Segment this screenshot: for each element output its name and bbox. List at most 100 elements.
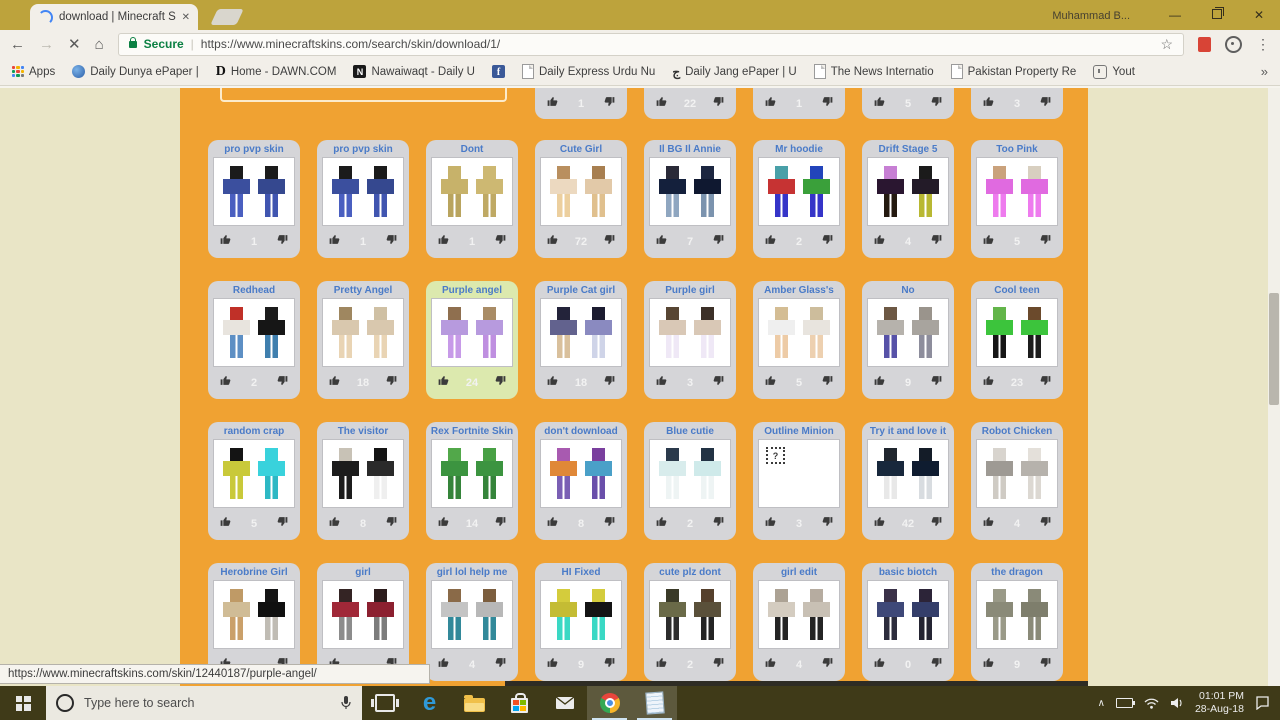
forward-button[interactable]: → [39, 37, 54, 52]
dislike-button[interactable] [712, 656, 725, 674]
dislike-button[interactable] [712, 374, 725, 392]
skin-card[interactable]: Mr hoodie 2 [753, 140, 845, 258]
skin-card[interactable]: Cute Girl 72 [535, 140, 627, 258]
partial-skin-card[interactable]: 1 [753, 88, 845, 119]
skin-card[interactable]: girl lol help me 4 [426, 563, 518, 681]
skin-card[interactable]: Try it and love it 42 [862, 422, 954, 540]
like-button[interactable] [655, 515, 668, 533]
skin-card[interactable]: Blue cutie 2 [644, 422, 736, 540]
skin-card[interactable]: No 9 [862, 281, 954, 399]
battery-icon[interactable] [1115, 698, 1135, 708]
dislike-button[interactable] [1039, 656, 1052, 674]
start-button[interactable] [0, 686, 46, 720]
speaker-icon[interactable] [1170, 697, 1184, 709]
skin-card[interactable]: Dont 1 [426, 140, 518, 258]
minimize-button[interactable]: — [1154, 8, 1196, 22]
dislike-button[interactable] [930, 515, 943, 533]
browser-tab[interactable]: download | Minecraft Ski ✕ [30, 4, 198, 30]
skin-card[interactable]: Redhead 2 [208, 281, 300, 399]
bookmark-item[interactable]: f [491, 65, 505, 78]
bookmarks-overflow-icon[interactable]: » [1261, 64, 1268, 79]
like-button[interactable] [219, 374, 232, 392]
like-button[interactable] [219, 233, 232, 251]
skin-card[interactable]: random crap 5 [208, 422, 300, 540]
dislike-button[interactable] [603, 374, 616, 392]
like-button[interactable] [546, 233, 559, 251]
like-button[interactable] [982, 95, 995, 113]
microphone-icon[interactable] [340, 695, 352, 711]
notepad-button[interactable] [632, 686, 677, 720]
like-button[interactable] [437, 374, 450, 392]
scrollbar[interactable] [1268, 88, 1280, 686]
like-button[interactable] [437, 233, 450, 251]
like-button[interactable] [764, 374, 777, 392]
bookmark-item[interactable]: Daily Dunya ePaper | [72, 65, 199, 78]
like-button[interactable] [873, 374, 886, 392]
dislike-button[interactable] [603, 95, 616, 113]
bookmark-item[interactable]: Daily Express Urdu Nu [521, 64, 655, 79]
dislike-button[interactable] [494, 374, 507, 392]
partial-skin-card[interactable]: 22 [644, 88, 736, 119]
dislike-button[interactable] [385, 515, 398, 533]
back-button[interactable]: ← [10, 37, 25, 52]
skin-card[interactable]: don't download 8 [535, 422, 627, 540]
dislike-button[interactable] [930, 95, 943, 113]
like-button[interactable] [546, 515, 559, 533]
skin-card[interactable]: basic biotch 0 [862, 563, 954, 681]
like-button[interactable] [982, 515, 995, 533]
bookmark-item[interactable]: Pakistan Property Re [950, 64, 1076, 79]
like-button[interactable] [873, 515, 886, 533]
profile-name[interactable]: Muhammad B... [1052, 10, 1130, 22]
dislike-button[interactable] [821, 233, 834, 251]
like-button[interactable] [655, 233, 668, 251]
like-button[interactable] [982, 233, 995, 251]
like-button[interactable] [873, 656, 886, 674]
store-button[interactable] [497, 686, 542, 720]
file-explorer-button[interactable] [452, 686, 497, 720]
skin-card[interactable]: Rex Fortnite Skin 14 [426, 422, 518, 540]
like-button[interactable] [764, 656, 777, 674]
bookmark-item[interactable]: ج Daily Jang ePaper | U [672, 66, 796, 78]
scrollbar-thumb[interactable] [1269, 293, 1279, 405]
skin-card[interactable]: Pretty Angel 18 [317, 281, 409, 399]
skin-card[interactable]: pro pvp skin 1 [317, 140, 409, 258]
extension-red-icon[interactable] [1198, 36, 1211, 52]
like-button[interactable] [437, 515, 450, 533]
dislike-button[interactable] [494, 515, 507, 533]
dislike-button[interactable] [276, 515, 289, 533]
skin-card[interactable]: The visitor 8 [317, 422, 409, 540]
skin-card[interactable]: pro pvp skin 1 [208, 140, 300, 258]
like-button[interactable] [982, 656, 995, 674]
restore-button[interactable] [1196, 7, 1238, 22]
skin-card[interactable]: Too Pink 5 [971, 140, 1063, 258]
skin-card[interactable]: Purple girl 3 [644, 281, 736, 399]
dislike-button[interactable] [930, 656, 943, 674]
skin-card[interactable]: Cool teen 23 [971, 281, 1063, 399]
like-button[interactable] [764, 95, 777, 113]
edge-button[interactable]: e [407, 686, 452, 720]
new-tab-button[interactable] [210, 9, 244, 25]
tab-close-icon[interactable]: ✕ [182, 12, 190, 23]
dislike-button[interactable] [1039, 95, 1052, 113]
chrome-button[interactable] [587, 686, 632, 720]
home-button[interactable]: ⌂ [95, 37, 104, 52]
url-text[interactable]: https://www.minecraftskins.com/search/sk… [201, 37, 500, 51]
like-button[interactable] [328, 515, 341, 533]
bookmark-star-icon[interactable]: ☆ [1160, 36, 1173, 53]
dislike-button[interactable] [821, 374, 834, 392]
dislike-button[interactable] [494, 656, 507, 674]
bookmark-item[interactable]: Yout [1093, 64, 1135, 79]
like-button[interactable] [764, 515, 777, 533]
mail-button[interactable] [542, 686, 587, 720]
menu-dots-icon[interactable]: ⋮ [1256, 36, 1270, 53]
skin-card[interactable]: cute plz dont 2 [644, 563, 736, 681]
like-button[interactable] [655, 656, 668, 674]
dislike-button[interactable] [603, 656, 616, 674]
partial-skin-card[interactable]: 1 [535, 88, 627, 119]
dislike-button[interactable] [930, 374, 943, 392]
dislike-button[interactable] [821, 515, 834, 533]
skin-card[interactable]: Robot Chicken 4 [971, 422, 1063, 540]
stop-button[interactable]: ✕ [68, 37, 81, 52]
like-button[interactable] [655, 374, 668, 392]
action-center-icon[interactable] [1255, 696, 1270, 710]
